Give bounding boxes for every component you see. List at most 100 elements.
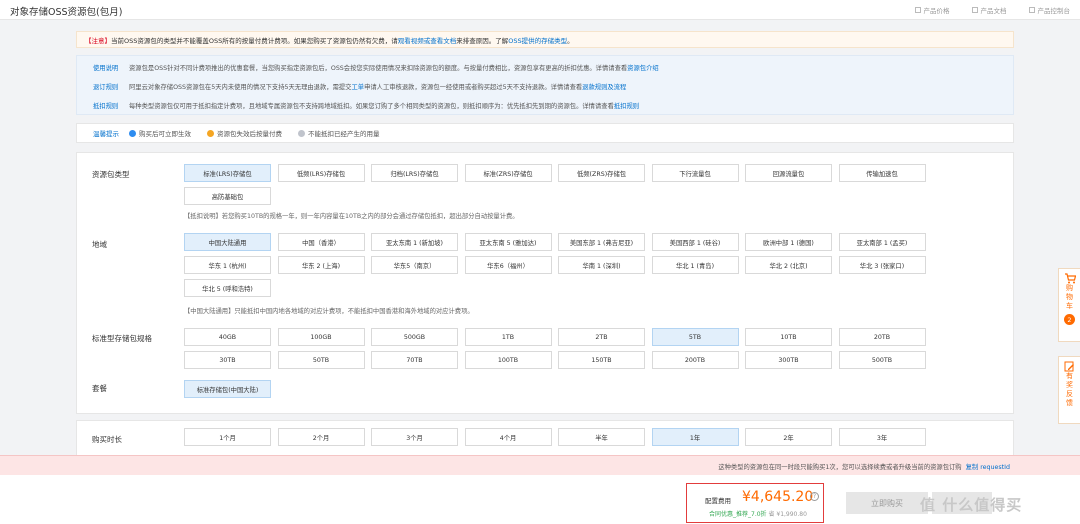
option-size[interactable]: 150TB: [558, 351, 645, 369]
option-duration[interactable]: 半年: [558, 428, 645, 446]
package-note: 【抵扣说明】若您购买10TB的规格一年，则一年内容量在10TB之内的部分会通过存…: [184, 213, 519, 220]
help-icon[interactable]: ?: [810, 492, 819, 501]
option-package-type[interactable]: 下行流量包: [651, 164, 739, 182]
video-docs-link[interactable]: 观看视频或查看文档: [398, 37, 457, 45]
option-size[interactable]: 20TB: [838, 328, 926, 346]
package-intro-link[interactable]: 资源包介绍: [627, 65, 658, 72]
region-label: 地域: [92, 240, 107, 249]
cart-icon: [1064, 273, 1076, 284]
tip-item: 购买后可立即生效: [129, 128, 191, 138]
option-region[interactable]: 华东 2 (上海): [277, 256, 365, 274]
plan-label: 套餐: [92, 384, 107, 393]
option-duration[interactable]: 2年: [745, 428, 832, 446]
option-size[interactable]: 500GB: [371, 328, 458, 346]
option-region[interactable]: 亚太南部 1 (孟买): [838, 233, 926, 251]
copy-requestid-link[interactable]: 复制 requestId: [966, 464, 1010, 471]
option-package-type[interactable]: 标准(ZRS)存储包: [464, 164, 552, 182]
option-region[interactable]: 华北 1 (青岛): [651, 256, 739, 274]
option-duration[interactable]: 2个月: [277, 428, 365, 446]
info-row-usage: 使用说明 资源包是OSS针对不同计费项推出的优惠套餐，当您购买指定资源包后，OS…: [93, 64, 659, 72]
option-duration[interactable]: 3个月: [371, 428, 458, 446]
option-size[interactable]: 30TB: [184, 351, 271, 369]
cart-count-badge: 2: [1064, 314, 1075, 325]
edit-icon: [1064, 361, 1074, 372]
option-region[interactable]: 华东5（南京）: [371, 256, 458, 274]
info-row-refund: 退订规则 阿里云对象存储OSS资源包在5天内未使用的情况下支持5天无理由退款，需…: [93, 83, 627, 91]
option-size[interactable]: 100TB: [464, 351, 552, 369]
page-title: 对象存储OSS资源包(包月): [10, 7, 123, 18]
option-size[interactable]: 300TB: [745, 351, 832, 369]
cart-tab[interactable]: 购物车 2: [1058, 268, 1080, 342]
option-package-type[interactable]: 高防基础包: [184, 187, 271, 205]
option-region[interactable]: 中国（香港）: [277, 233, 365, 251]
tips-bar: 温馨提示 购买后可立即生效 资源包失效后按量付费 不能抵扣已经产生的用量: [76, 123, 1014, 143]
option-region[interactable]: 欧洲中部 1 (德国): [745, 233, 832, 251]
option-package-type[interactable]: 传输加速包: [838, 164, 926, 182]
option-size[interactable]: 70TB: [371, 351, 458, 369]
tip-item: 资源包失效后按量付费: [207, 128, 282, 138]
price-label: 配置费用: [705, 497, 731, 505]
docs-icon: [971, 7, 978, 13]
option-package-type[interactable]: 归档(LRS)存储包: [371, 164, 458, 182]
check-icon: [129, 129, 136, 137]
option-duration[interactable]: 1个月: [184, 428, 271, 446]
option-region[interactable]: 亚太东南 5 (雅加达): [464, 233, 552, 251]
option-plan[interactable]: 标准存储包(中国大陆): [184, 380, 271, 398]
option-region[interactable]: 美国东部 1 (弗吉尼亚): [558, 233, 645, 251]
option-region[interactable]: 华南 1 (深圳): [558, 256, 645, 274]
option-region[interactable]: 亚太东南 1 (新加坡): [371, 233, 458, 251]
option-size[interactable]: 1TB: [464, 328, 552, 346]
deduction-rules-link[interactable]: 抵扣规则: [614, 103, 639, 110]
option-size[interactable]: 500TB: [838, 351, 926, 369]
tips-label: 温馨提示: [93, 130, 119, 138]
option-duration[interactable]: 1年: [651, 428, 739, 446]
option-size[interactable]: 2TB: [558, 328, 645, 346]
option-duration[interactable]: 3年: [838, 428, 926, 446]
duration-label: 购买时长: [92, 435, 122, 444]
price-value: ¥4,645.20: [742, 489, 814, 505]
ticket-link[interactable]: 工单: [351, 84, 364, 91]
option-region[interactable]: 华北 5 (呼和浩特): [184, 279, 271, 297]
product-console-link[interactable]: 产品控制台: [1028, 5, 1070, 15]
option-region[interactable]: 美国西部 1 (硅谷): [651, 233, 739, 251]
option-package-type[interactable]: 低频(ZRS)存储包: [558, 164, 645, 182]
price-icon: [914, 7, 921, 13]
cart-label: 购物车: [1066, 284, 1073, 310]
storage-types-link[interactable]: OSS提供的存储类型: [508, 37, 567, 45]
option-package-type[interactable]: 回源流量包: [745, 164, 832, 182]
product-docs-link[interactable]: 产品文档: [971, 5, 1007, 15]
feedback-tab[interactable]: 有奖反馈: [1058, 356, 1080, 424]
option-size[interactable]: 40GB: [184, 328, 271, 346]
top-links: 产品价格 产品文档 产品控制台: [914, 5, 1070, 15]
top-bar: 对象存储OSS资源包(包月) 产品价格 产品文档 产品控制台: [0, 0, 1080, 20]
option-region[interactable]: 华东 1 (杭州): [184, 256, 271, 274]
package-type-label: 资源包类型: [92, 170, 130, 179]
option-size[interactable]: 50TB: [277, 351, 365, 369]
warning-text: 这种类型的资源包在同一时段只能购买1次，您可以选择续费或者升级当前的资源包订购复…: [718, 464, 1010, 471]
info-row-deduction: 抵扣规则 每种类型资源包仅可用于抵扣指定计费项，且地域专属资源包不支持跨地域抵扣…: [93, 102, 640, 110]
option-package-type[interactable]: 标准(LRS)存储包: [184, 164, 271, 182]
product-price-link[interactable]: 产品价格: [914, 5, 950, 15]
option-region[interactable]: 华北 3 (张家口): [838, 256, 926, 274]
discount-info: 合同优惠_推荐_7.0折 省 ¥1,990.80: [709, 511, 807, 518]
region-note: 【中国大陆通用】只能抵扣中国内地各地域的对应计费项，不能抵扣中国香港和海外地域的…: [184, 308, 474, 315]
option-size[interactable]: 100GB: [277, 328, 365, 346]
info-box: 使用说明 资源包是OSS针对不同计费项推出的优惠套餐，当您购买指定资源包后，OS…: [76, 55, 1014, 115]
info-icon: [298, 129, 305, 137]
option-size[interactable]: 5TB: [651, 328, 739, 346]
option-size[interactable]: 200TB: [651, 351, 739, 369]
buy-now-button[interactable]: 立即购买: [846, 492, 928, 514]
warning-bar: 这种类型的资源包在同一时段只能购买1次，您可以选择续费或者升级当前的资源包订购复…: [0, 455, 1080, 475]
option-package-type[interactable]: 低频(LRS)存储包: [277, 164, 365, 182]
option-size[interactable]: 10TB: [745, 328, 832, 346]
tip-item: 不能抵扣已经产生的用量: [298, 128, 380, 138]
console-icon: [1028, 7, 1035, 13]
option-region[interactable]: 华北 2 (北京): [745, 256, 832, 274]
watermark-logo: 值 什么值得买: [920, 496, 1023, 514]
feedback-label: 有奖反馈: [1066, 372, 1073, 407]
size-label: 标准型存储包规格: [92, 334, 152, 343]
option-region[interactable]: 中国大陆通用: [184, 233, 271, 251]
refund-rules-link[interactable]: 退款规则及流程: [582, 84, 626, 91]
option-region[interactable]: 华东6（福州）: [464, 256, 552, 274]
option-duration[interactable]: 4个月: [464, 428, 552, 446]
